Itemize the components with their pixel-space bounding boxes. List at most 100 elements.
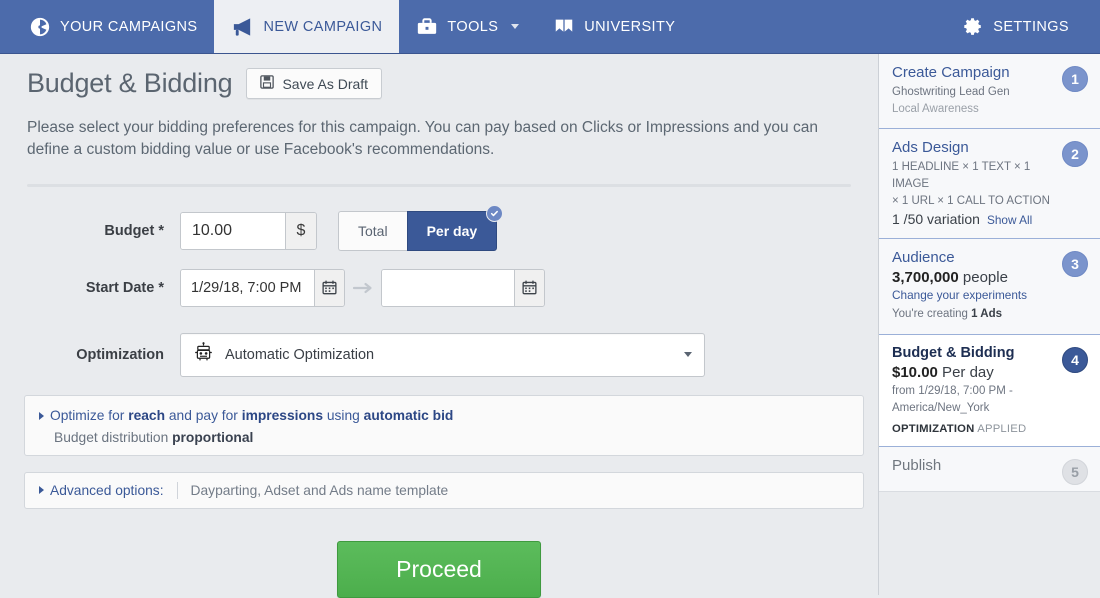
step-budget-amount: $10.00 — [892, 364, 938, 382]
step-optimization-label: OPTIMIZATION — [892, 423, 975, 436]
step-audience[interactable]: Audience 3,700,000 people Change your ex… — [879, 239, 1100, 336]
step-optimization-applied: APPLIED — [974, 423, 1027, 436]
gear-icon — [963, 16, 984, 37]
step-budget-period: Per day — [937, 364, 994, 382]
step-budget-amount-row: $10.00 Per day — [892, 364, 1058, 381]
advanced-options-panel[interactable]: Advanced options: Dayparting, Adset and … — [24, 471, 864, 509]
save-as-draft-label: Save As Draft — [282, 75, 369, 92]
budget-distribution-line: Budget distribution proportional — [39, 430, 849, 445]
start-date-label: Start Date * — [85, 279, 164, 296]
page-body: Budget & Bidding Save As Draft Please se… — [0, 54, 1100, 598]
nav-item-your-campaigns[interactable]: YOUR CAMPAIGNS — [12, 0, 214, 53]
nav-item-label: UNIVERSITY — [584, 18, 676, 35]
step-ads-design[interactable]: Ads Design 1 HEADLINE × 1 TEXT × 1 IMAGE… — [879, 129, 1100, 240]
step-budget-from-line2: America/New_York — [892, 401, 990, 414]
step-number-badge: 1 — [1062, 66, 1088, 92]
toggle-option-per-day[interactable]: Per day — [406, 204, 504, 251]
budget-label: Budget * — [104, 222, 164, 239]
megaphone-icon — [231, 17, 254, 37]
campaign-steps-sidebar: Create Campaign Ghostwriting Lead Gen Lo… — [878, 54, 1100, 595]
briefcase-icon — [416, 17, 438, 36]
triangle-right-icon — [39, 486, 44, 495]
optimize-summary-panel[interactable]: Optimize for reach and pay for impressio… — [24, 394, 864, 456]
main-content-column: Budget & Bidding Save As Draft Please se… — [0, 54, 878, 598]
nav-item-label: SETTINGS — [993, 18, 1069, 35]
step-subtitle-secondary: × 1 URL × 1 CALL TO ACTION — [892, 194, 1050, 207]
end-date-field — [381, 268, 545, 307]
step-audience-count: 3,700,000 — [892, 269, 959, 287]
nav-item-university[interactable]: UNIVERSITY — [536, 0, 692, 53]
step-creating-prefix: You're creating — [892, 308, 972, 321]
toggle-option-per-day-label: Per day — [426, 222, 478, 239]
step-variation-count: 1 /50 variation — [892, 211, 980, 228]
step-title: Ads Design — [892, 139, 969, 157]
step-optimization-status: OPTIMIZATION APPLIED — [892, 423, 1058, 435]
optimize-summary-line: Optimize for reach and pay for impressio… — [39, 406, 849, 427]
optimize-prefix: Optimize for — [50, 407, 129, 423]
proceed-button[interactable]: Proceed — [337, 540, 541, 598]
optimize-mid2: using — [323, 407, 364, 423]
end-date-input[interactable] — [382, 269, 514, 306]
step-audience-people-label: people — [958, 269, 1008, 287]
step-creating-count: 1 Ads — [971, 308, 1003, 321]
start-date-field — [180, 268, 345, 307]
steps-list: Create Campaign Ghostwriting Lead Gen Lo… — [879, 54, 1100, 493]
dashboard-icon — [29, 16, 51, 38]
start-date-input[interactable] — [181, 269, 314, 306]
nav-item-tools[interactable]: TOOLS — [399, 0, 536, 53]
currency-suffix: $ — [285, 212, 316, 249]
toggle-option-total[interactable]: Total — [338, 210, 407, 251]
checkmark-icon — [486, 204, 504, 222]
step-title: Create Campaign — [892, 64, 1010, 81]
chevron-down-icon — [511, 24, 520, 29]
triangle-right-icon — [39, 412, 44, 421]
optimize-mid1: and pay for — [165, 407, 242, 423]
optimization-selected-value: Automatic Optimization — [225, 346, 375, 363]
calendar-icon[interactable] — [314, 269, 344, 306]
nav-item-label: TOOLS — [447, 18, 499, 35]
chevron-down-icon — [684, 352, 692, 358]
step-number-badge: 3 — [1062, 251, 1088, 278]
step-number-badge: 2 — [1062, 141, 1088, 168]
step-creating-line: You're creating 1 Ads — [892, 306, 1058, 323]
intro-text: Please select your bidding preferences f… — [27, 119, 818, 159]
change-experiments-link[interactable]: Change your experiments — [892, 288, 1058, 302]
step-title: Publish — [892, 457, 942, 475]
budget-distribution-prefix: Budget distribution — [54, 429, 173, 445]
budget-distribution-value: proportional — [172, 429, 254, 445]
budget-form: Budget * $ Total Per day Sta — [0, 187, 878, 377]
optimize-bold-bid: automatic bid — [363, 407, 454, 423]
budget-input[interactable] — [181, 212, 285, 249]
robot-icon — [193, 342, 214, 368]
budget-row: Budget * $ Total Per day — [0, 204, 878, 251]
step-number-badge: 5 — [1062, 459, 1088, 486]
optimize-bold-impressions: impressions — [241, 407, 324, 423]
step-budget-and-bidding[interactable]: Budget & Bidding $10.00 Per day from 1/2… — [879, 335, 1100, 448]
top-navigation-bar: YOUR CAMPAIGNS NEW CAMPAIGN TOOLS UNIVER… — [0, 0, 1100, 54]
advanced-options-label: Advanced options: — [50, 482, 164, 498]
step-number-badge: 4 — [1062, 347, 1088, 374]
step-variation-row: 1 /50 variation Show All — [892, 211, 1058, 227]
nav-item-new-campaign[interactable]: NEW CAMPAIGN — [214, 0, 400, 53]
budget-input-group: $ — [180, 211, 317, 250]
step-subtitle: 1 HEADLINE × 1 TEXT × 1 IMAGE — [892, 161, 1031, 191]
floppy-disk-icon — [260, 75, 275, 92]
nav-item-label: NEW CAMPAIGN — [263, 18, 383, 35]
page-title: Budget & Bidding — [27, 68, 233, 98]
step-create-campaign[interactable]: Create Campaign Ghostwriting Lead Gen Lo… — [879, 54, 1100, 130]
optimize-bold-reach: reach — [128, 407, 166, 423]
calendar-icon[interactable] — [514, 269, 544, 306]
step-publish[interactable]: Publish 5 — [879, 447, 1100, 493]
step-title: Budget & Bidding — [892, 345, 1015, 362]
optimization-label: Optimization — [76, 346, 164, 363]
arrow-right-icon — [345, 282, 381, 294]
nav-item-settings[interactable]: SETTINGS — [946, 0, 1086, 53]
advanced-options-text: Dayparting, Adset and Ads name template — [190, 482, 449, 498]
optimization-select[interactable]: Automatic Optimization — [180, 332, 705, 377]
start-date-row: Start Date * — [0, 268, 878, 307]
show-all-link[interactable]: Show All — [987, 213, 1032, 227]
step-subtitle-secondary: Local Awareness — [892, 102, 979, 115]
save-as-draft-button[interactable]: Save As Draft — [246, 68, 383, 99]
optimization-row: Optimization Automatic Optimization — [0, 332, 878, 377]
page-header: Budget & Bidding Save As Draft — [0, 54, 878, 99]
